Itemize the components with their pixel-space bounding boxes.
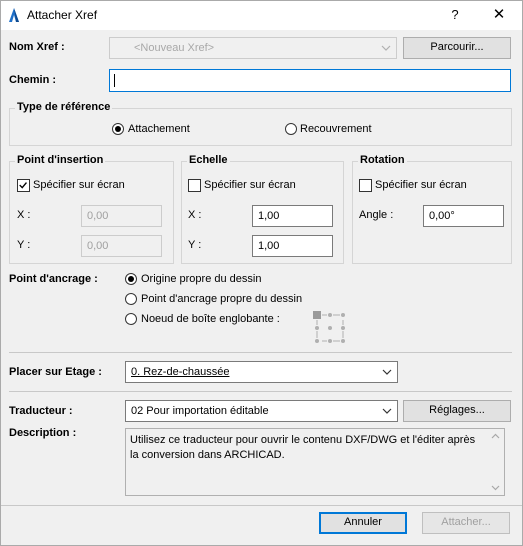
radio-overlay-label[interactable]: Recouvrement: [300, 123, 372, 135]
description-text: Utilisez ce traducteur pour ouvrir le co…: [130, 434, 476, 461]
xref-name-placeholder: <Nouveau Xref>: [134, 42, 215, 54]
insertion-x-label: X :: [17, 209, 31, 221]
cancel-button[interactable]: Annuler: [319, 512, 407, 534]
rotation-angle-label: Angle :: [359, 209, 394, 221]
anchor-bbox-node-radio[interactable]: [125, 313, 137, 325]
translator-combo[interactable]: 02 Pour importation éditable: [125, 400, 398, 422]
rotation-specify-label[interactable]: Spécifier sur écran: [375, 179, 467, 191]
scroll-up-icon[interactable]: [491, 433, 500, 439]
scale-x-label: X :: [188, 209, 202, 221]
description-box[interactable]: Utilisez ce traducteur pour ouvrir le co…: [125, 428, 505, 496]
scale-specify-checkbox[interactable]: [188, 179, 201, 192]
story-label: Placer sur Etage :: [9, 366, 102, 378]
anchor-label: Point d'ancrage :: [9, 273, 98, 285]
translator-value: 02 Pour importation éditable: [131, 405, 269, 417]
path-label: Chemin :: [9, 74, 57, 86]
scale-specify-label[interactable]: Spécifier sur écran: [204, 179, 296, 191]
window-title: Attacher Xref: [27, 8, 98, 22]
scale-title: Echelle: [187, 154, 230, 166]
anchor-bbox-node-label[interactable]: Noeud de boîte englobante :: [141, 313, 280, 325]
scale-y-input[interactable]: 1,00: [252, 235, 333, 257]
reference-type-title: Type de référence: [15, 101, 113, 113]
close-button[interactable]: ✕: [486, 5, 512, 25]
attach-xref-dialog: Attacher Xref ? ✕ Nom Xref : <Nouveau Xr…: [0, 0, 523, 546]
description-label: Description :: [9, 427, 77, 439]
checkmark-icon: [19, 182, 27, 189]
settings-button[interactable]: Réglages...: [403, 400, 511, 422]
xref-name-combo[interactable]: <Nouveau Xref>: [109, 37, 397, 59]
archicad-app-icon: [9, 8, 19, 22]
translator-label: Traducteur :: [9, 405, 73, 417]
text-caret: [114, 74, 115, 87]
anchor-drawing-point-radio[interactable]: [125, 293, 137, 305]
attach-button[interactable]: Attacher...: [422, 512, 510, 534]
path-input[interactable]: [109, 69, 511, 92]
chevron-down-icon: [381, 45, 391, 51]
insertion-x-input[interactable]: 0,00: [81, 205, 162, 227]
rotation-specify-checkbox[interactable]: [359, 179, 372, 192]
xref-name-label: Nom Xref :: [9, 41, 65, 53]
chevron-down-icon: [382, 369, 392, 375]
separator: [9, 391, 512, 392]
insertion-y-input[interactable]: 0,00: [81, 235, 162, 257]
chevron-down-icon: [382, 408, 392, 414]
story-value: 0. Rez-de-chaussée: [131, 366, 230, 378]
browse-button[interactable]: Parcourir...: [403, 37, 511, 59]
story-combo[interactable]: 0. Rez-de-chaussée: [125, 361, 398, 383]
anchor-origin-radio[interactable]: [125, 273, 137, 285]
scale-y-label: Y :: [188, 239, 202, 251]
anchor-drawing-point-label[interactable]: Point d'ancrage propre du dessin: [141, 293, 302, 305]
help-button[interactable]: ?: [442, 5, 468, 25]
insertion-specify-label[interactable]: Spécifier sur écran: [33, 179, 125, 191]
insertion-specify-checkbox[interactable]: [17, 179, 30, 192]
anchor-origin-label[interactable]: Origine propre du dessin: [141, 273, 261, 285]
rotation-title: Rotation: [358, 154, 407, 166]
separator: [9, 352, 512, 353]
bounding-box-node-picker-icon[interactable]: [312, 310, 348, 346]
radio-attachment-label[interactable]: Attachement: [128, 123, 190, 135]
scroll-down-icon[interactable]: [491, 485, 500, 491]
title-bar: Attacher Xref ? ✕: [1, 1, 522, 30]
reference-type-group: [9, 108, 512, 146]
radio-overlay-circle[interactable]: [285, 123, 297, 135]
insertion-title: Point d'insertion: [15, 154, 106, 166]
rotation-angle-input[interactable]: 0,00°: [423, 205, 504, 227]
separator: [1, 505, 522, 506]
radio-attachment-circle[interactable]: [112, 123, 124, 135]
insertion-y-label: Y :: [17, 239, 31, 251]
scale-x-input[interactable]: 1,00: [252, 205, 333, 227]
description-scrollbar[interactable]: [487, 429, 504, 495]
